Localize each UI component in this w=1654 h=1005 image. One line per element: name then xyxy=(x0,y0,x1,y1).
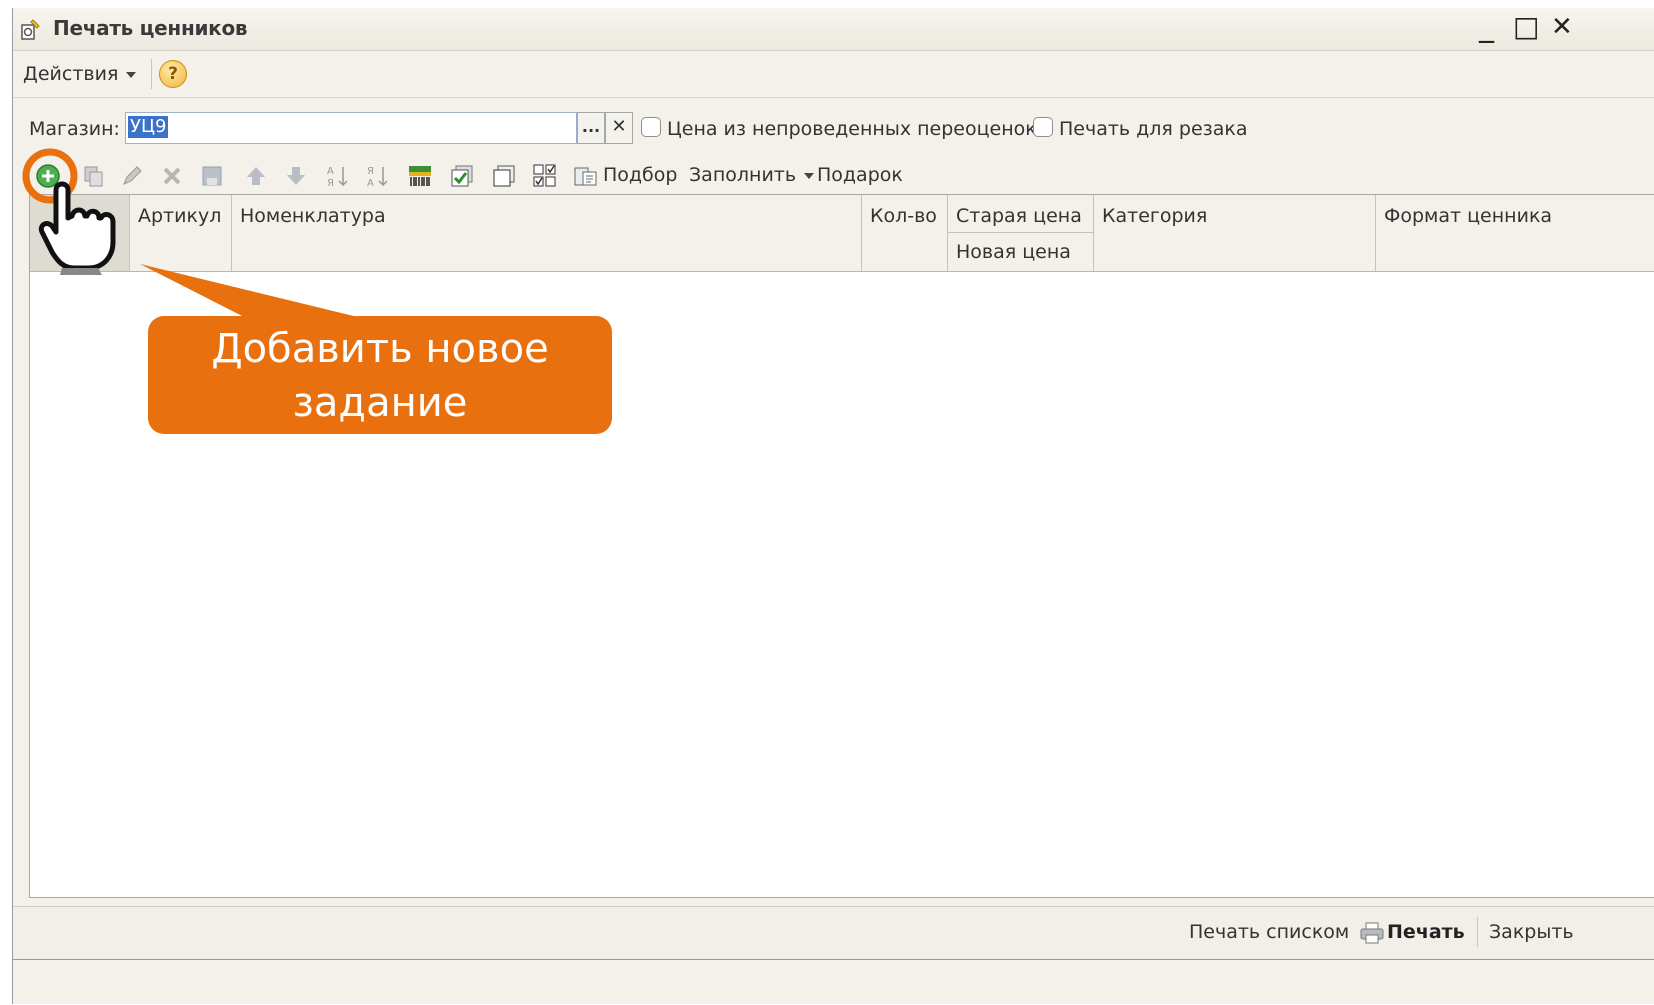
chevron-down-icon xyxy=(126,71,137,78)
callout-line-1: Добавить новое xyxy=(211,326,549,372)
printer-icon xyxy=(1360,922,1384,944)
column-category-label: Категория xyxy=(1102,205,1208,227)
add-task-callout: Добавить новое задание xyxy=(148,316,612,434)
table-header: Артикул Номенклатура Кол-во Старая цена … xyxy=(30,195,1654,272)
pick-button[interactable]: Подбор xyxy=(603,164,677,186)
store-value: УЦ9 xyxy=(128,116,169,138)
store-row: Магазин: УЦ9 ... ✕ Цена из непроведенных… xyxy=(13,108,1654,148)
move-down-icon[interactable] xyxy=(283,163,309,189)
save-icon[interactable] xyxy=(199,163,225,189)
column-old-price-label: Старая цена xyxy=(956,205,1082,227)
price-tag-print-window: Печать ценников _ □ ✕ Действия ? Магазин… xyxy=(12,8,1654,1004)
column-quantity[interactable]: Кол-во xyxy=(862,195,948,271)
gift-button[interactable]: Подарок xyxy=(817,164,903,186)
actions-menu[interactable]: Действия xyxy=(23,63,137,85)
fill-menu-label: Заполнить xyxy=(689,164,797,186)
unposted-prices-label: Цена из непроведенных переоценок xyxy=(667,118,1037,140)
column-new-price-label: Новая цена xyxy=(956,241,1071,263)
svg-text:Я: Я xyxy=(327,178,334,189)
price-tag-table[interactable]: Артикул Номенклатура Кол-во Старая цена … xyxy=(29,194,1654,898)
move-up-icon[interactable] xyxy=(243,163,269,189)
minimize-button[interactable]: _ xyxy=(1479,12,1494,42)
fill-menu[interactable]: Заполнить xyxy=(689,164,815,186)
sort-desc-icon[interactable]: Я А xyxy=(365,163,391,189)
maximize-button[interactable]: □ xyxy=(1513,12,1539,42)
sort-asc-icon[interactable]: А Я xyxy=(325,163,351,189)
document-edit-icon xyxy=(21,19,40,40)
close-button[interactable]: Закрыть xyxy=(1489,921,1574,943)
bottom-bar: Печать списком Печать Закрыть xyxy=(13,906,1654,960)
column-article-label: Артикул xyxy=(138,205,222,227)
column-article[interactable]: Артикул xyxy=(130,195,232,271)
column-quantity-label: Кол-во xyxy=(870,205,937,227)
svg-text:А: А xyxy=(327,166,334,177)
store-clear-button[interactable]: ✕ xyxy=(605,112,633,144)
column-label-format-label: Формат ценника xyxy=(1384,205,1553,227)
price-subheader: Новая цена xyxy=(948,232,1093,263)
chevron-down-icon xyxy=(804,172,815,179)
column-prices[interactable]: Старая цена Новая цена xyxy=(948,195,1094,271)
footer-divider xyxy=(1477,917,1478,947)
hand-pointer-icon xyxy=(38,181,116,275)
menu-divider xyxy=(151,59,152,89)
edit-icon[interactable] xyxy=(119,163,145,189)
store-select-button[interactable]: ... xyxy=(577,112,605,144)
title-bar: Печать ценников _ □ ✕ xyxy=(13,8,1654,51)
cutter-print-label: Печать для резака xyxy=(1059,118,1248,140)
actions-menu-label: Действия xyxy=(23,63,119,85)
store-input[interactable]: УЦ9 xyxy=(125,112,577,144)
close-window-button[interactable]: ✕ xyxy=(1551,12,1573,42)
pick-icon[interactable] xyxy=(573,163,599,189)
column-nomenclature-label: Номенклатура xyxy=(240,205,386,227)
help-icon[interactable]: ? xyxy=(159,60,187,88)
barcode-icon[interactable] xyxy=(407,163,433,189)
unposted-prices-checkbox[interactable] xyxy=(641,117,661,137)
cutter-print-checkbox[interactable] xyxy=(1033,117,1053,137)
delete-icon[interactable] xyxy=(159,163,185,189)
table-toolbar: А Я Я А Подбор Заполнить Подарок xyxy=(13,156,1654,196)
window-title: Печать ценников xyxy=(53,16,248,40)
column-category[interactable]: Категория xyxy=(1094,195,1376,271)
callout-line-2: задание xyxy=(292,380,468,426)
print-button[interactable]: Печать xyxy=(1387,921,1465,943)
column-label-format[interactable]: Формат ценника xyxy=(1376,195,1654,271)
column-nomenclature[interactable]: Номенклатура xyxy=(232,195,862,271)
checklist-icon[interactable] xyxy=(531,163,557,189)
print-list-button[interactable]: Печать списком xyxy=(1189,921,1349,943)
copy-window-icon[interactable] xyxy=(491,163,517,189)
store-label: Магазин: xyxy=(29,118,120,140)
check-icon[interactable] xyxy=(449,163,475,189)
svg-text:А: А xyxy=(367,178,374,189)
svg-text:Я: Я xyxy=(367,166,374,177)
menu-bar: Действия ? xyxy=(13,51,1654,98)
